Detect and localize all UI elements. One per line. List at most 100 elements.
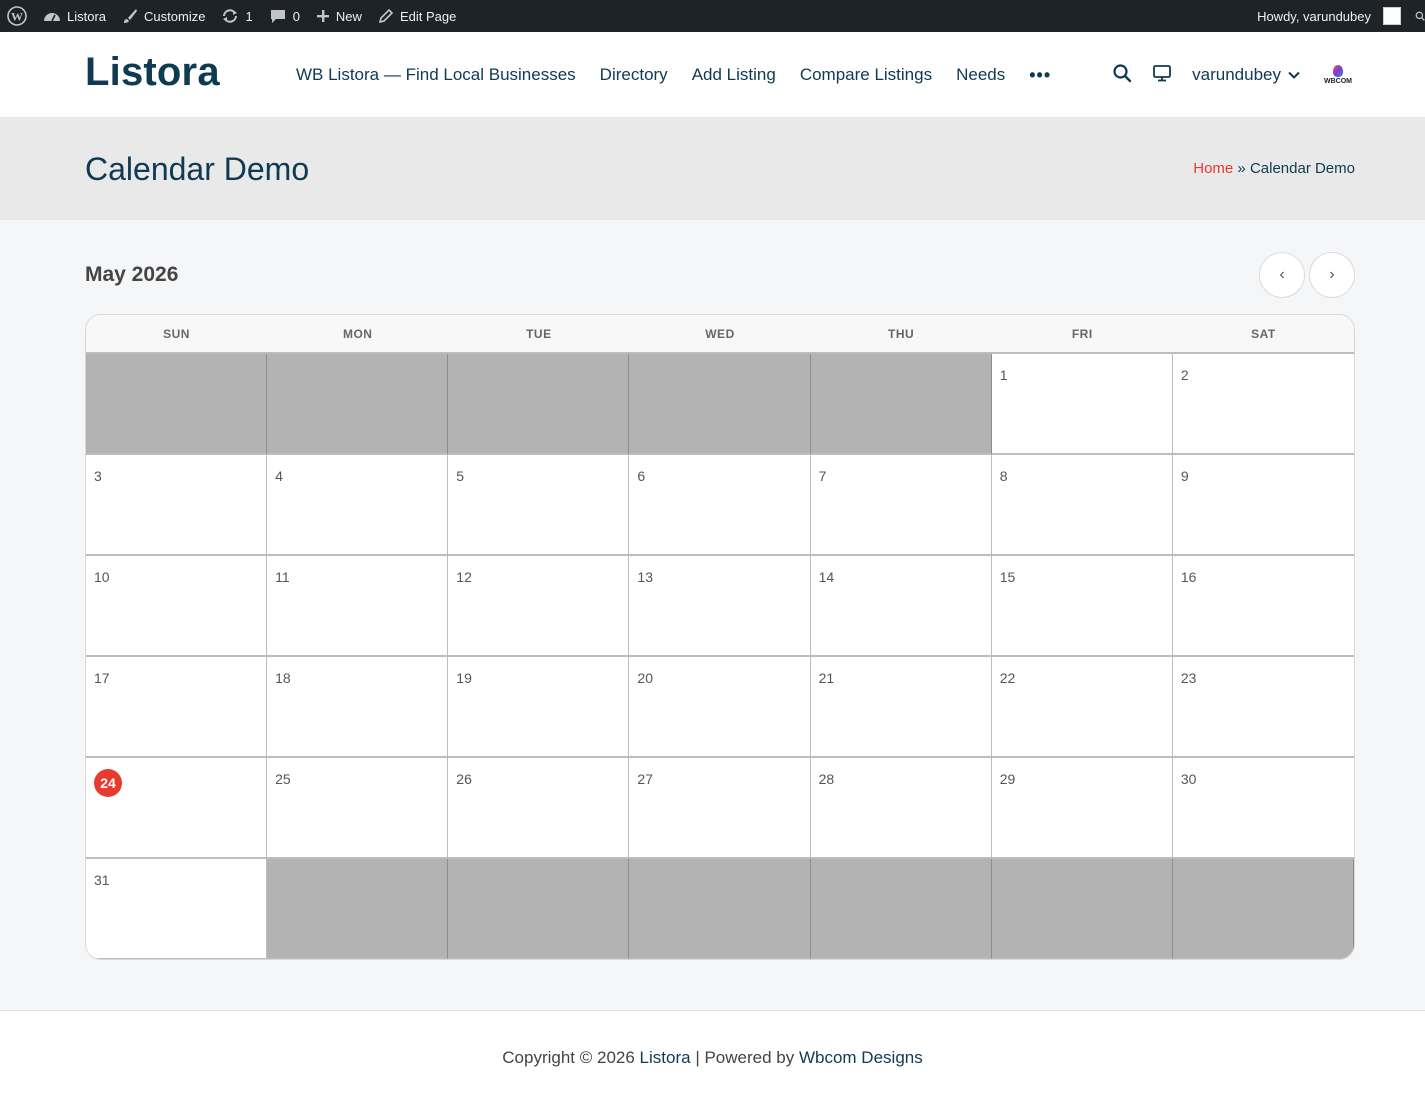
wordpress-logo-icon[interactable]: W	[0, 0, 35, 32]
calendar-day-cell[interactable]: 14	[810, 556, 992, 657]
brand-logo-text: WBCOM	[1324, 78, 1352, 85]
day-number: 17	[94, 670, 110, 686]
nav-item-needs[interactable]: Needs	[956, 65, 1005, 85]
calendar-empty-cell	[810, 354, 992, 455]
breadcrumb-separator: »	[1237, 160, 1246, 177]
site-footer: Copyright © 2026 Listora | Powered by Wb…	[0, 1010, 1425, 1102]
next-month-button[interactable]: ›	[1309, 252, 1355, 298]
day-number: 26	[456, 771, 472, 787]
edit-page-link[interactable]: Edit Page	[370, 0, 464, 32]
calendar-empty-cell	[267, 354, 449, 455]
prev-month-button[interactable]: ‹	[1259, 252, 1305, 298]
page-title-bar: Calendar Demo Home » Calendar Demo	[0, 118, 1425, 220]
plus-icon	[316, 10, 329, 22]
calendar-day-cell[interactable]: 5	[448, 455, 630, 556]
weekday-label: SUN	[163, 326, 190, 341]
my-account-link[interactable]: Howdy, varundubey	[1249, 0, 1405, 32]
search-icon[interactable]	[1112, 63, 1132, 88]
calendar-month-title: May 2026	[85, 263, 179, 286]
breadcrumb-current: Calendar Demo	[1249, 160, 1355, 177]
calendar-day-cell[interactable]: 12	[448, 556, 630, 657]
calendar-day-cell[interactable]: 19	[448, 657, 630, 758]
calendar-day-cell[interactable]: 3	[86, 455, 268, 556]
calendar-day-cell[interactable]: 26	[448, 758, 630, 859]
calendar-day-cell[interactable]: 17	[86, 657, 268, 758]
nav-item-add-listing[interactable]: Add Listing	[692, 65, 776, 85]
comments-link[interactable]: 0	[261, 0, 308, 32]
calendar-day-cell[interactable]: 29	[991, 758, 1173, 859]
calendar-day-cell[interactable]: 25	[267, 758, 449, 859]
calendar-empty-cell	[267, 859, 449, 959]
calendar-day-cell[interactable]: 2	[1172, 354, 1354, 455]
copyright-text: Copyright © 2026 Listora | Powered by Wb…	[0, 1048, 1425, 1068]
calendar-day-cell[interactable]: 10	[86, 556, 268, 657]
nav-item-compare-listings[interactable]: Compare Listings	[800, 65, 932, 85]
copyright-prefix: Copyright © 2026	[502, 1048, 635, 1067]
breadcrumb-home-link[interactable]: Home	[1193, 160, 1233, 177]
new-content-link[interactable]: New	[308, 0, 370, 32]
calendar-day-cell[interactable]: 31	[86, 859, 268, 959]
day-number: 11	[275, 569, 290, 585]
brush-icon	[124, 9, 138, 23]
user-avatar[interactable]: WBCOM	[1321, 58, 1355, 92]
site-logo[interactable]: Listora	[85, 50, 220, 95]
day-number: 4	[275, 468, 283, 484]
calendar-day-cell[interactable]: 27	[629, 758, 811, 859]
day-number: 25	[275, 771, 291, 787]
edit-page-label: Edit Page	[399, 8, 457, 24]
more-menu-icon[interactable]: •••	[1029, 65, 1051, 86]
footer-credit-link[interactable]: Wbcom Designs	[799, 1048, 923, 1067]
calendar-day-cell[interactable]: 28	[810, 758, 992, 859]
powered-by-text: | Powered by	[695, 1048, 795, 1067]
site-header: Listora WB Listora — Find Local Business…	[0, 32, 1425, 118]
calendar-day-cell[interactable]: 18	[267, 657, 449, 758]
day-number: 12	[456, 569, 472, 585]
nav-item-home[interactable]: WB Listora — Find Local Businesses	[296, 65, 576, 85]
weekday-label: TUE	[526, 326, 552, 341]
user-menu-toggle[interactable]: varundubey	[1192, 65, 1301, 85]
day-number: 20	[637, 670, 653, 686]
calendar-day-cell[interactable]: 20	[629, 657, 811, 758]
admin-search-icon[interactable]	[1405, 0, 1425, 32]
calendar-day-cell[interactable]: 13	[629, 556, 811, 657]
calendar-day-cell[interactable]: 4	[267, 455, 449, 556]
weekday-label: MON	[342, 326, 373, 341]
footer-site-link[interactable]: Listora	[640, 1048, 691, 1067]
calendar-day-cell[interactable]: 6	[629, 455, 811, 556]
monitor-icon[interactable]	[1152, 63, 1172, 88]
day-number: 14	[818, 569, 835, 585]
day-number: 5	[456, 468, 465, 484]
calendar-day-cell[interactable]: 15	[991, 556, 1173, 657]
calendar-empty-cell	[448, 354, 630, 455]
calendar-day-cell[interactable]: 8	[991, 455, 1173, 556]
brand-mark-icon	[1333, 65, 1343, 77]
breadcrumb: Home » Calendar Demo	[1193, 160, 1355, 177]
customize-link[interactable]: Customize	[114, 0, 213, 32]
calendar-day-cell[interactable]: 21	[810, 657, 992, 758]
calendar-day-cell[interactable]: 1	[991, 354, 1173, 455]
calendar-day-cell[interactable]: 9	[1172, 455, 1354, 556]
day-number: 1	[999, 367, 1008, 383]
calendar-day-cell[interactable]: 11	[267, 556, 449, 657]
pencil-icon	[378, 8, 394, 24]
weekday-label: FRI	[1071, 326, 1093, 341]
svg-text:W: W	[11, 10, 23, 24]
calendar-day-cell[interactable]: 30	[1172, 758, 1354, 859]
day-number: 15	[999, 569, 1016, 585]
day-number: 6	[637, 468, 646, 484]
header-actions: varundubey WBCOM	[1112, 32, 1355, 118]
updates-link[interactable]: 1	[213, 0, 260, 32]
calendar-day-cell[interactable]: 22	[991, 657, 1173, 758]
day-number: 10	[94, 569, 110, 585]
day-number: 18	[275, 670, 291, 686]
site-name-link[interactable]: Listora	[35, 0, 114, 32]
nav-item-directory[interactable]: Directory	[600, 65, 668, 85]
calendar-empty-cell	[991, 859, 1173, 959]
calendar-day-cell[interactable]: 24	[86, 758, 268, 859]
calendar-empty-cell	[448, 859, 630, 959]
calendar-day-cell[interactable]: 16	[1172, 556, 1354, 657]
calendar-empty-cell	[86, 354, 268, 455]
calendar-day-cell[interactable]: 7	[810, 455, 992, 556]
calendar-day-cell[interactable]: 23	[1172, 657, 1354, 758]
day-number: 21	[818, 670, 835, 686]
